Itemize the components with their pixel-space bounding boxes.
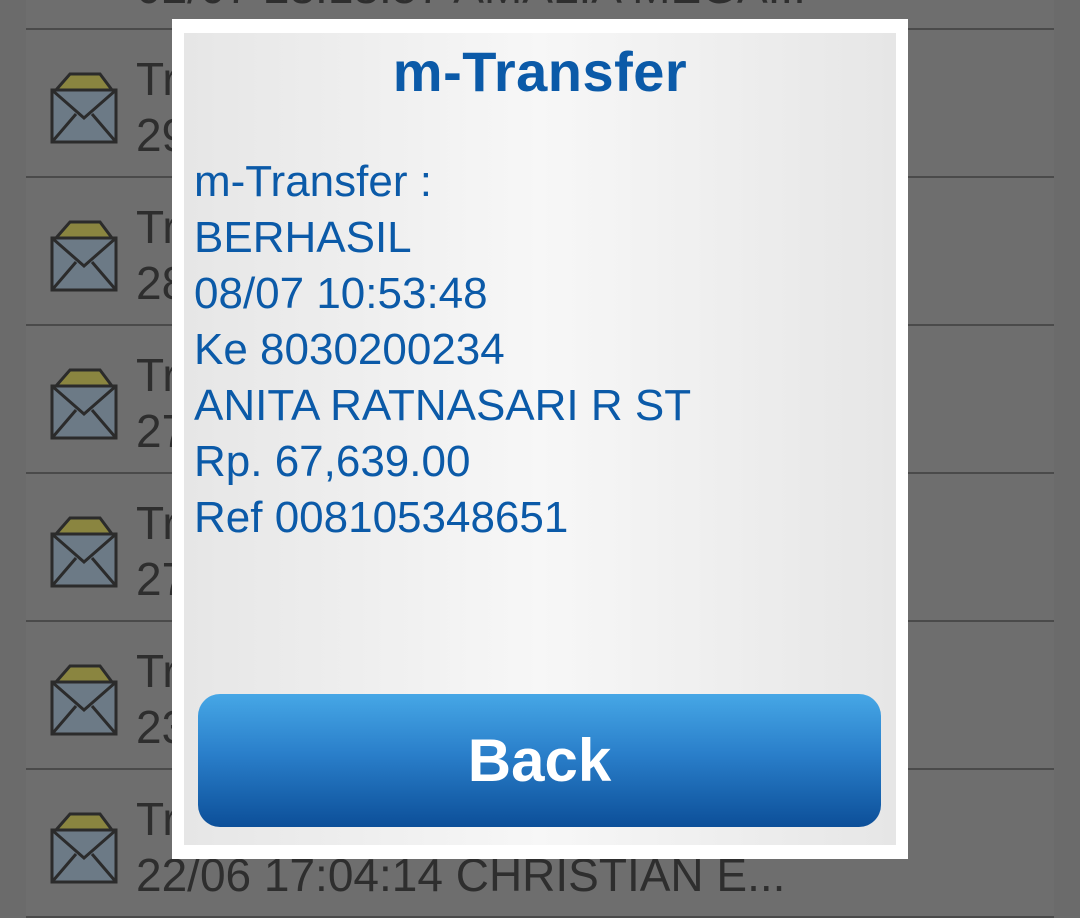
envelope-icon — [50, 368, 118, 440]
envelope-icon — [50, 812, 118, 884]
message-line-amount: Rp. 67,639.00 — [194, 437, 471, 486]
envelope-icon — [50, 72, 118, 144]
envelope-icon — [50, 516, 118, 588]
envelope-icon — [50, 220, 118, 292]
message-line-header: m-Transfer : — [194, 157, 432, 206]
message-line-recipient-name: ANITA RATNASARI R ST — [194, 381, 692, 430]
envelope-icon — [50, 664, 118, 736]
transfer-message: m-Transfer : BERHASIL 08/07 10:53:48 Ke … — [194, 154, 691, 546]
transfer-result-dialog: m-Transfer m-Transfer : BERHASIL 08/07 1… — [172, 19, 908, 859]
back-button[interactable]: Back — [198, 694, 881, 827]
message-line-reference: Ref 008105348651 — [194, 493, 569, 542]
message-line-destination-account: Ke 8030200234 — [194, 325, 505, 374]
message-line-status: BERHASIL — [194, 213, 412, 262]
dialog-title: m-Transfer — [392, 40, 688, 103]
list-item-subtitle: 02/07 23:13:57 AMALIA MEGA... — [136, 0, 806, 10]
message-line-datetime: 08/07 10:53:48 — [194, 269, 488, 318]
dialog-body: m-Transfer m-Transfer : BERHASIL 08/07 1… — [184, 33, 896, 845]
